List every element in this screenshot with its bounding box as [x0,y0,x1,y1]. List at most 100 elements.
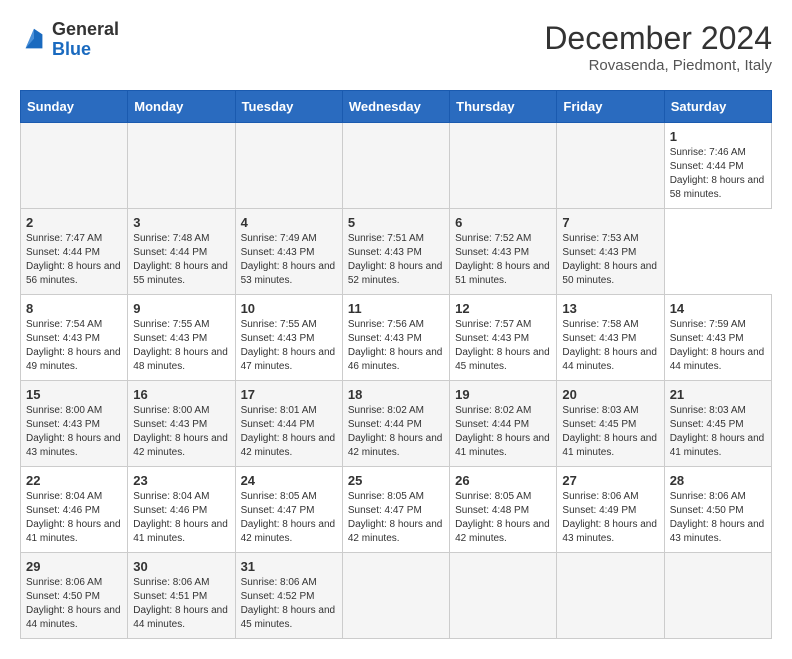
cell-content: Sunrise: 8:03 AMSunset: 4:45 PMDaylight:… [670,404,766,460]
calendar-cell: 24 Sunrise: 8:05 AMSunset: 4:47 PMDayligh… [235,467,342,553]
calendar-cell [557,553,664,639]
calendar-cell: 4 Sunrise: 7:49 AMSunset: 4:43 PMDaylight… [235,209,342,295]
logo-text-blue: Blue [52,39,91,59]
calendar-cell: 16Sunrise: 8:00 AMSunset: 4:43 PMDayligh… [128,381,235,467]
calendar-table: SundayMondayTuesdayWednesdayThursdayFrid… [20,90,772,639]
calendar-cell: 14 Sunrise: 7:59 AMSunset: 4:43 PMDayligh… [664,295,771,381]
header-day-friday: Friday [557,91,664,123]
title-area: December 2024 Rovasenda, Piedmont, Italy [544,20,772,74]
day-number: 30 [133,559,229,574]
header-day-wednesday: Wednesday [342,91,449,123]
cell-content: Sunrise: 7:55 AMSunset: 4:43 PMDaylight:… [133,318,229,374]
header-day-tuesday: Tuesday [235,91,342,123]
cell-content: Sunrise: 8:02 AMSunset: 4:44 PMDaylight:… [348,404,444,460]
calendar-cell: 17Sunrise: 8:01 AMSunset: 4:44 PMDayligh… [235,381,342,467]
calendar-cell: 11Sunrise: 7:56 AMSunset: 4:43 PMDayligh… [342,295,449,381]
calendar-cell: 15 Sunrise: 8:00 AMSunset: 4:43 PMDayligh… [21,381,128,467]
day-number: 11 [348,301,444,316]
day-number: 15 [26,387,122,402]
cell-content: Sunrise: 8:05 AMSunset: 4:47 PMDaylight:… [241,490,337,546]
day-number: 18 [348,387,444,402]
calendar-cell [342,123,449,209]
cell-content: Sunrise: 8:02 AMSunset: 4:44 PMDaylight:… [455,404,551,460]
day-number: 13 [562,301,658,316]
cell-content: Sunrise: 7:58 AMSunset: 4:43 PMDaylight:… [562,318,658,374]
header-day-sunday: Sunday [21,91,128,123]
cell-content: Sunrise: 8:05 AMSunset: 4:48 PMDaylight:… [455,490,551,546]
day-number: 29 [26,559,122,574]
day-number: 27 [562,473,658,488]
day-number: 4 [241,215,337,230]
header-day-thursday: Thursday [450,91,557,123]
calendar-cell: 18 Sunrise: 8:02 AMSunset: 4:44 PMDayligh… [342,381,449,467]
calendar-cell: 2Sunrise: 7:47 AMSunset: 4:44 PMDaylight… [21,209,128,295]
day-number: 17 [241,387,337,402]
calendar-cell: 10Sunrise: 7:55 AMSunset: 4:43 PMDayligh… [235,295,342,381]
calendar-cell: 22Sunrise: 8:04 AMSunset: 4:46 PMDayligh… [21,467,128,553]
cell-content: Sunrise: 7:59 AMSunset: 4:43 PMDaylight:… [670,318,766,374]
day-number: 6 [455,215,551,230]
cell-content: Sunrise: 7:52 AMSunset: 4:43 PMDaylight:… [455,232,551,288]
calendar-cell: 6 Sunrise: 7:52 AMSunset: 4:43 PMDaylight… [450,209,557,295]
location-title: Rovasenda, Piedmont, Italy [544,57,772,74]
day-number: 21 [670,387,766,402]
calendar-cell: 7 Sunrise: 7:53 AMSunset: 4:43 PMDaylight… [557,209,664,295]
week-row-1: 1Sunrise: 7:46 AMSunset: 4:44 PMDaylight… [21,123,772,209]
week-row-3: 8 Sunrise: 7:54 AMSunset: 4:43 PMDaylight… [21,295,772,381]
logo: General Blue [20,20,119,60]
calendar-cell: 25Sunrise: 8:05 AMSunset: 4:47 PMDayligh… [342,467,449,553]
calendar-cell: 19 Sunrise: 8:02 AMSunset: 4:44 PMDayligh… [450,381,557,467]
day-number: 20 [562,387,658,402]
cell-content: Sunrise: 8:06 AMSunset: 4:50 PMDaylight:… [26,576,122,632]
cell-content: Sunrise: 7:54 AMSunset: 4:43 PMDaylight:… [26,318,122,374]
calendar-cell: 12 Sunrise: 7:57 AMSunset: 4:43 PMDayligh… [450,295,557,381]
calendar-cell: 3Sunrise: 7:48 AMSunset: 4:44 PMDaylight… [128,209,235,295]
day-number: 7 [562,215,658,230]
day-number: 31 [241,559,337,574]
calendar-cell: 23 Sunrise: 8:04 AMSunset: 4:46 PMDayligh… [128,467,235,553]
day-number: 25 [348,473,444,488]
calendar-cell [664,553,771,639]
cell-content: Sunrise: 7:53 AMSunset: 4:43 PMDaylight:… [562,232,658,288]
calendar-cell [450,123,557,209]
day-number: 28 [670,473,766,488]
cell-content: Sunrise: 8:00 AMSunset: 4:43 PMDaylight:… [26,404,122,460]
calendar-cell: 8 Sunrise: 7:54 AMSunset: 4:43 PMDaylight… [21,295,128,381]
day-number: 3 [133,215,229,230]
day-number: 24 [241,473,337,488]
cell-content: Sunrise: 7:47 AMSunset: 4:44 PMDaylight:… [26,232,122,288]
header-row: SundayMondayTuesdayWednesdayThursdayFrid… [21,91,772,123]
day-number: 23 [133,473,229,488]
page-header: General Blue December 2024 Rovasenda, Pi… [20,20,772,74]
calendar-cell: 28 Sunrise: 8:06 AMSunset: 4:50 PMDayligh… [664,467,771,553]
day-number: 16 [133,387,229,402]
cell-content: Sunrise: 8:06 AMSunset: 4:50 PMDaylight:… [670,490,766,546]
calendar-cell: 26Sunrise: 8:05 AMSunset: 4:48 PMDayligh… [450,467,557,553]
cell-content: Sunrise: 8:04 AMSunset: 4:46 PMDaylight:… [26,490,122,546]
calendar-cell: 1Sunrise: 7:46 AMSunset: 4:44 PMDaylight… [664,123,771,209]
day-number: 14 [670,301,766,316]
calendar-cell: 31Sunrise: 8:06 AMSunset: 4:52 PMDayligh… [235,553,342,639]
cell-content: Sunrise: 8:04 AMSunset: 4:46 PMDaylight:… [133,490,229,546]
calendar-cell: 30Sunrise: 8:06 AMSunset: 4:51 PMDayligh… [128,553,235,639]
cell-content: Sunrise: 7:55 AMSunset: 4:43 PMDaylight:… [241,318,337,374]
header-day-saturday: Saturday [664,91,771,123]
day-number: 12 [455,301,551,316]
calendar-cell: 5Sunrise: 7:51 AMSunset: 4:43 PMDaylight… [342,209,449,295]
cell-content: Sunrise: 7:57 AMSunset: 4:43 PMDaylight:… [455,318,551,374]
cell-content: Sunrise: 7:49 AMSunset: 4:43 PMDaylight:… [241,232,337,288]
calendar-cell: 20Sunrise: 8:03 AMSunset: 4:45 PMDayligh… [557,381,664,467]
day-number: 19 [455,387,551,402]
day-number: 9 [133,301,229,316]
calendar-cell [21,123,128,209]
day-number: 8 [26,301,122,316]
month-title: December 2024 [544,20,772,57]
logo-text-general: General [52,19,119,39]
calendar-cell [342,553,449,639]
calendar-cell [235,123,342,209]
logo-icon [20,26,48,54]
header-day-monday: Monday [128,91,235,123]
calendar-cell: 13 Sunrise: 7:58 AMSunset: 4:43 PMDayligh… [557,295,664,381]
week-row-5: 22Sunrise: 8:04 AMSunset: 4:46 PMDayligh… [21,467,772,553]
week-row-4: 15 Sunrise: 8:00 AMSunset: 4:43 PMDayligh… [21,381,772,467]
